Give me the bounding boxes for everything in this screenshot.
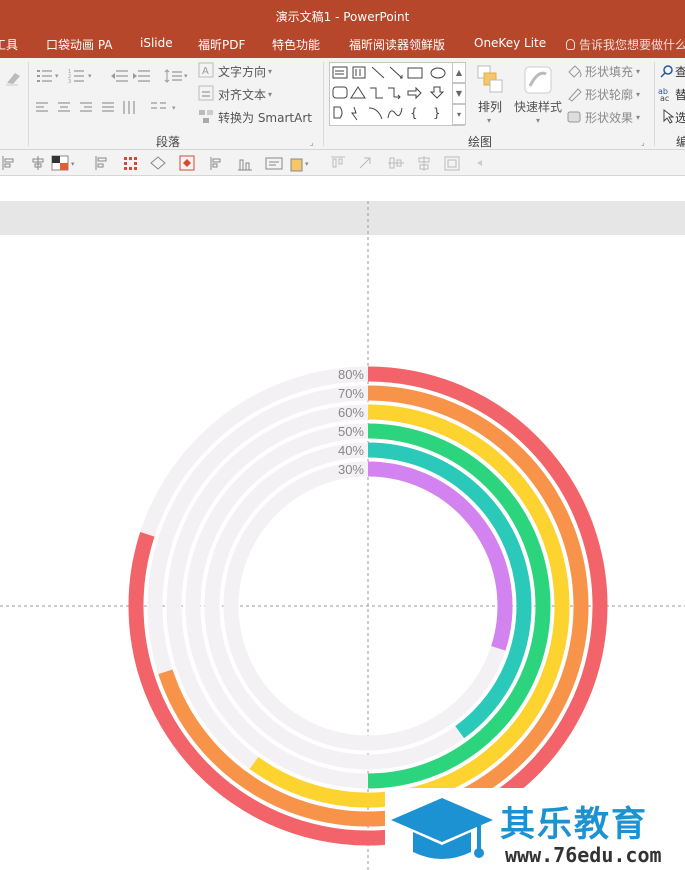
radial-bar-chart[interactable]: 80% 70% 60% 50% 40% 30%: [0, 0, 685, 870]
watermark-url: www.76edu.com: [505, 843, 662, 867]
label-60: 60%: [338, 405, 364, 420]
label-50: 50%: [338, 424, 364, 439]
label-30: 30%: [338, 462, 364, 477]
watermark-logo: 其乐教育 www.76edu.com: [385, 788, 685, 870]
label-40: 40%: [338, 443, 364, 458]
label-80: 80%: [338, 367, 364, 382]
label-70: 70%: [338, 386, 364, 401]
watermark-title: 其乐教育: [500, 805, 649, 845]
graduation-cap-icon: [391, 798, 493, 859]
